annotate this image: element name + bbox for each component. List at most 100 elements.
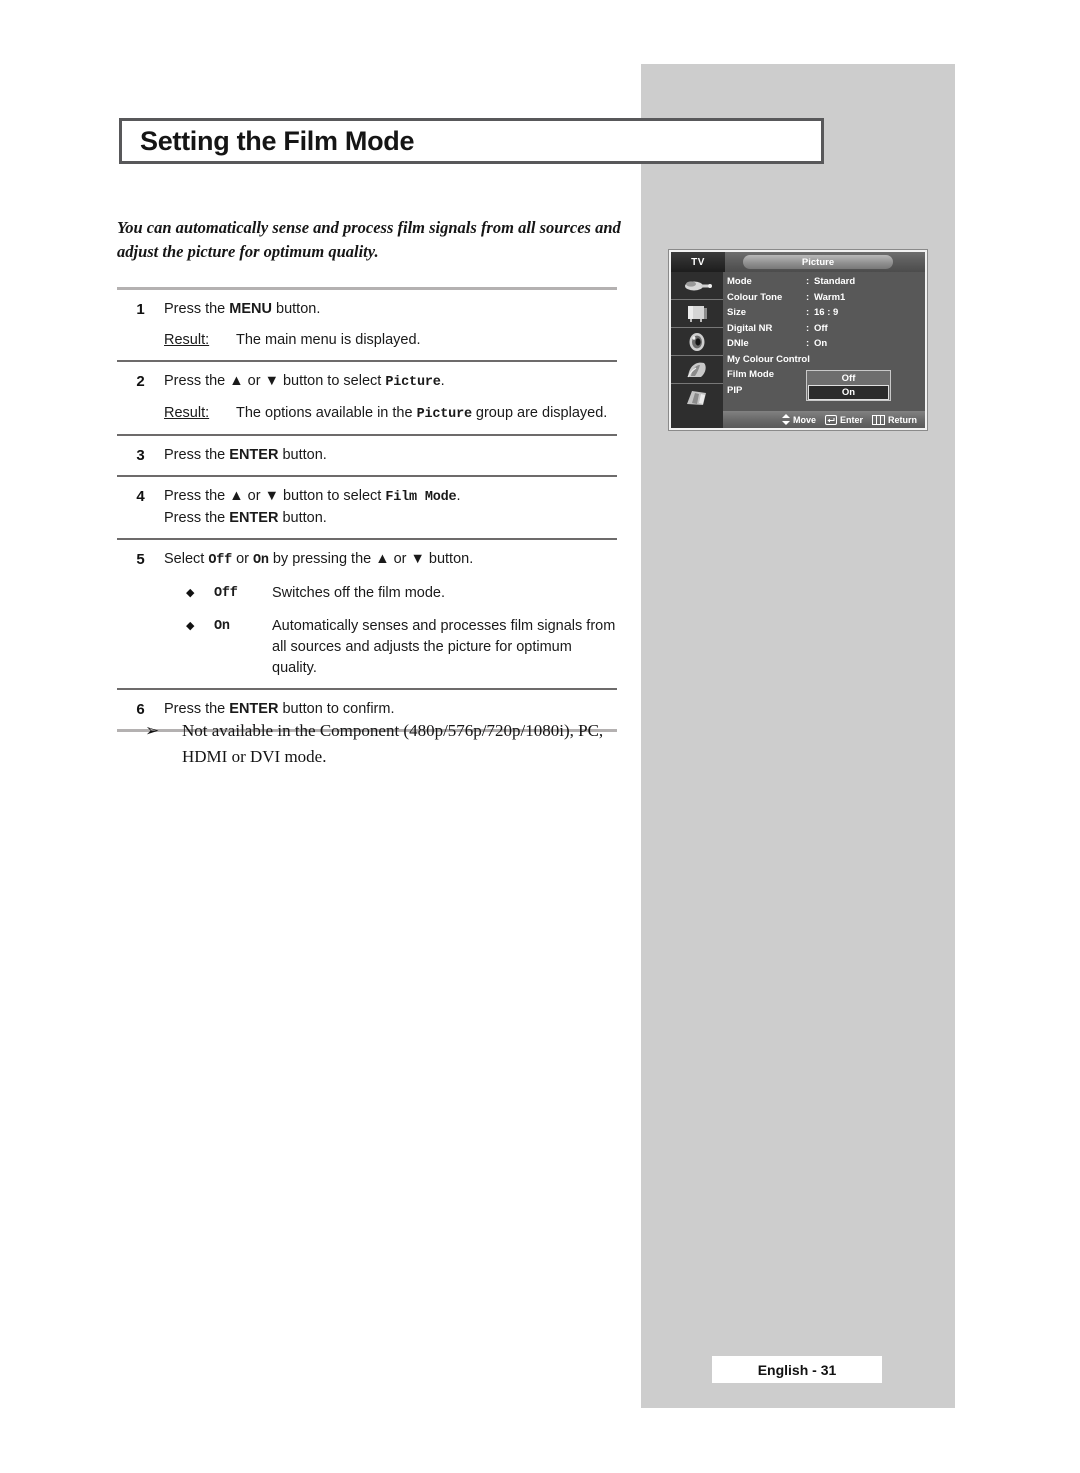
step-text-tail: button.	[271, 301, 321, 317]
osd-menu-title: Picture	[743, 255, 893, 269]
osd-item-value: Standard	[814, 276, 856, 288]
input-source-icon[interactable]	[671, 272, 723, 300]
osd-footer-bar: Move Enter Return	[671, 411, 925, 428]
bullet-description: Automatically senses and processes film …	[272, 618, 616, 676]
osd-item-colon: :	[806, 322, 810, 334]
step-text-tail: button.	[278, 447, 327, 463]
osd-item-colon: :	[806, 291, 810, 303]
osd-row-colour-tone[interactable]: Colour Tone : Warm1	[727, 290, 921, 306]
return-icon	[872, 414, 885, 425]
step-row: 5 Select Off or On by pressing the ▲ or …	[117, 540, 617, 688]
note-text: Not available in the Component (480p/576…	[182, 721, 604, 766]
film-mode-option-on[interactable]: On	[808, 385, 889, 400]
step-line: Press the ENTER button.	[164, 445, 617, 466]
step-text: Press the	[164, 701, 230, 717]
diamond-icon: ◆	[186, 620, 195, 632]
step-key: Picture	[385, 375, 441, 390]
osd-item-label: My Colour Control	[727, 353, 810, 365]
step-key: ENTER	[229, 447, 279, 463]
bullet-key: On	[214, 619, 230, 634]
step-text-tail: button.	[278, 510, 327, 526]
osd-item-label: Mode	[727, 276, 752, 288]
step-row: 4 Press the ▲ or ▼ button to select Film…	[117, 477, 617, 538]
osd-item-label: Size	[727, 307, 747, 319]
bullet-key: Off	[214, 586, 238, 601]
result-value: The main menu is displayed.	[236, 332, 421, 348]
step-body: Press the ENTER button to confirm.	[164, 699, 617, 720]
osd-footer-label: Return	[888, 414, 917, 425]
osd-row-digital-nr[interactable]: Digital NR : Off	[727, 321, 921, 337]
page-title: Setting the Film Mode	[140, 125, 415, 156]
osd-item-value: Warm1	[814, 291, 846, 303]
osd-footer-label: Enter	[839, 414, 863, 425]
step-text: Press the	[164, 510, 230, 526]
step-text: Press the ▲ or ▼ button to select	[164, 373, 386, 389]
result-text: The options available in the	[236, 405, 417, 421]
setup-icon[interactable]	[671, 356, 723, 384]
osd-source-label: TV	[671, 252, 725, 272]
step-key: ENTER	[229, 510, 279, 526]
osd-footer-return[interactable]: Return	[872, 414, 917, 425]
step-number: 5	[136, 551, 145, 568]
step-text: Press the	[164, 447, 230, 463]
step-row: 1 Press the MENU button. Result: The mai…	[117, 290, 617, 360]
osd-item-colon: :	[806, 338, 810, 350]
enter-icon	[824, 414, 837, 425]
osd-footer-move[interactable]: Move	[781, 414, 816, 425]
step-number: 4	[136, 488, 145, 505]
pip-icon[interactable]	[671, 384, 723, 411]
osd-item-label: Film Mode	[727, 369, 774, 381]
step-text-tail: by pressing the ▲ or ▼ button.	[268, 551, 474, 567]
osd-item-label: Colour Tone	[727, 291, 783, 303]
page-title-box: Setting the Film Mode	[119, 118, 824, 164]
step-body: Press the ▲ or ▼ button to select Pictur…	[164, 371, 617, 425]
step-number: 3	[136, 447, 145, 464]
tv-osd-screenshot: TV Picture Mode: Standard Colour Tone:…	[669, 250, 927, 430]
page-footer: English - 31	[712, 1356, 882, 1383]
step-text-tail: button to confirm.	[278, 701, 395, 717]
step-number: 2	[136, 373, 145, 390]
sound-speaker-icon[interactable]	[671, 328, 723, 356]
bullet-item: ◆ Off Switches off the film mode.	[164, 583, 617, 604]
bullet-description: Switches off the film mode.	[272, 585, 446, 601]
osd-item-value: On	[814, 338, 828, 350]
osd-item-label: PIP	[727, 384, 743, 396]
film-mode-option-popup[interactable]: Off On	[806, 370, 891, 401]
result-key: Picture	[416, 407, 473, 422]
osd-item-colon: :	[806, 307, 810, 319]
step-text: Press the	[164, 301, 230, 317]
diamond-icon: ◆	[186, 587, 195, 599]
step-key: ENTER	[229, 701, 279, 717]
osd-footer-label: Move	[792, 414, 816, 425]
osd-item-value: Off	[814, 322, 828, 334]
osd-row-my-colour-control[interactable]: My Colour Control	[727, 352, 921, 368]
step-key-off: Off	[208, 553, 233, 568]
result-line: Result: The options available in the Pic…	[164, 403, 617, 425]
osd-icon-column	[671, 272, 723, 411]
step-line: Press the ENTER button to confirm.	[164, 699, 617, 720]
bullet-item: ◆ On Automatically senses and processes …	[164, 616, 617, 679]
step-line: Press the MENU button.	[164, 299, 617, 320]
step-text: Press the ▲ or ▼ button to select	[164, 488, 386, 504]
result-label: Result:	[164, 332, 210, 348]
tv-set-icon[interactable]	[671, 300, 723, 328]
osd-footer-enter[interactable]: Enter	[824, 414, 863, 425]
step-key: Film Mode	[385, 490, 457, 505]
step-number: 1	[136, 301, 145, 318]
step-key-on: On	[253, 553, 269, 568]
step-row: 3 Press the ENTER button.	[117, 436, 617, 475]
result-label: Result:	[164, 405, 210, 421]
step-text-mid: or	[232, 551, 254, 567]
osd-item-label: Digital NR	[727, 322, 773, 334]
osd-row-size[interactable]: Size : 16 : 9	[727, 305, 921, 321]
note-block: ➢ Not available in the Component (480p/5…	[145, 718, 635, 770]
osd-row-mode[interactable]: Mode : Standard	[727, 274, 921, 290]
osd-footer-spacer	[671, 411, 723, 428]
osd-row-dnie[interactable]: DNIe : On	[727, 336, 921, 352]
film-mode-option-off[interactable]: Off	[807, 371, 890, 385]
step-number: 6	[136, 701, 145, 718]
osd-item-colon: :	[806, 276, 810, 288]
step-text-tail: .	[456, 488, 461, 504]
step-body: Press the MENU button. Result: The main …	[164, 299, 617, 351]
osd-item-value: 16 : 9	[814, 307, 839, 319]
